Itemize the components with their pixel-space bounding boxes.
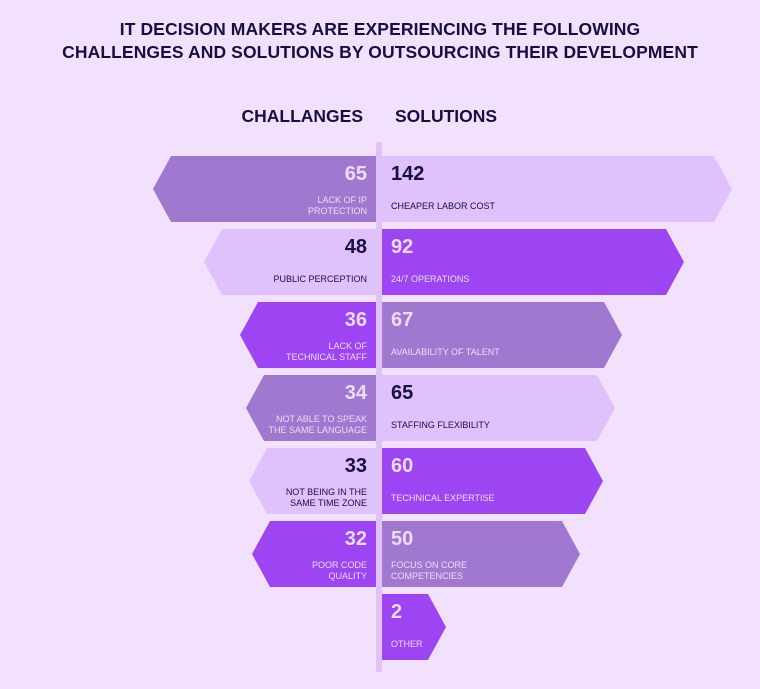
caption-line: QUALITY [328,571,367,581]
caption-line: PROTECTION [307,206,367,216]
caption-line: COMPETENCIES [391,571,464,581]
challenge-caption: NOT ABLE TO SPEAK THE SAME LANGUAGE [268,414,367,436]
solution-label-2: 92 24/7 OPERATIONS [391,236,469,285]
caption-line: LACK OF [328,341,367,351]
solution-caption: 24/7 OPERATIONS [391,274,469,285]
caption-line: OTHER [391,639,423,649]
caption-line: PUBLIC PERCEPTION [273,274,367,284]
caption-line: SAME TIME ZONE [290,498,367,508]
solution-value: 60 [391,455,414,477]
caption-line: CHEAPER LABOR COST [391,201,496,211]
center-divider [376,142,382,672]
challenge-value: 65 [344,163,367,185]
challenge-label-5: 33 NOT BEING IN THE SAME TIME ZONE [286,455,367,509]
caption-line: THE SAME LANGUAGE [268,425,367,435]
challenge-label-4: 34 NOT ABLE TO SPEAK THE SAME LANGUAGE [268,382,367,436]
challenge-caption: LACK OF TECHNICAL STAFF [286,341,367,363]
caption-line: FOCUS ON CORE [391,560,468,570]
solution-caption: AVAILABILITY OF TALENT [391,347,500,358]
solution-label-3: 67 AVAILABILITY OF TALENT [391,309,500,358]
solution-caption: CHEAPER LABOR COST [391,201,495,212]
caption-line: POOR CODE [311,560,367,570]
caption-line: TECHNICAL STAFF [285,352,367,362]
caption-line: TECHNICAL EXPERTISE [391,493,495,503]
caption-line: LACK OF IP [317,195,367,205]
solution-label-6: 50 FOCUS ON CORE COMPETENCIES [391,528,467,582]
diverging-bar-chart [153,142,732,672]
solution-value: 92 [391,236,414,258]
solution-caption: OTHER [391,639,423,650]
solution-caption: FOCUS ON CORE COMPETENCIES [391,560,467,582]
challenge-label-1: 65 LACK OF IP PROTECTION [308,163,367,217]
caption-line: STAFFING FLEXIBILITY [391,420,490,430]
challenge-caption: NOT BEING IN THE SAME TIME ZONE [286,487,367,509]
solution-value: 2 [391,601,403,623]
solution-label-7: 2 OTHER [391,601,423,650]
solution-value: 50 [391,528,414,550]
challenge-caption: PUBLIC PERCEPTION [273,274,367,285]
solution-value: 142 [391,163,425,185]
solution-caption: STAFFING FLEXIBILITY [391,420,490,431]
challenge-label-3: 36 LACK OF TECHNICAL STAFF [286,309,367,363]
caption-line: NOT BEING IN THE [285,487,367,497]
challenge-caption: LACK OF IP PROTECTION [308,195,367,217]
challenge-value: 48 [344,236,367,258]
caption-line: NOT ABLE TO SPEAK [275,414,367,424]
solution-label-4: 65 STAFFING FLEXIBILITY [391,382,490,431]
challenge-label-2: 48 PUBLIC PERCEPTION [273,236,367,285]
challenge-label-6: 32 POOR CODE QUALITY [312,528,367,582]
challenge-value: 33 [344,455,367,477]
challenge-value: 34 [344,382,367,404]
solution-label-5: 60 TECHNICAL EXPERTISE [391,455,495,504]
challenge-value: 32 [344,528,367,550]
challenge-caption: POOR CODE QUALITY [312,560,367,582]
solution-value: 65 [391,382,414,404]
solution-label-1: 142 CHEAPER LABOR COST [391,163,495,212]
solution-value: 67 [391,309,414,331]
caption-line: 24/7 OPERATIONS [391,274,470,284]
solution-caption: TECHNICAL EXPERTISE [391,493,495,504]
caption-line: AVAILABILITY OF TALENT [391,347,500,357]
challenge-value: 36 [344,309,367,331]
